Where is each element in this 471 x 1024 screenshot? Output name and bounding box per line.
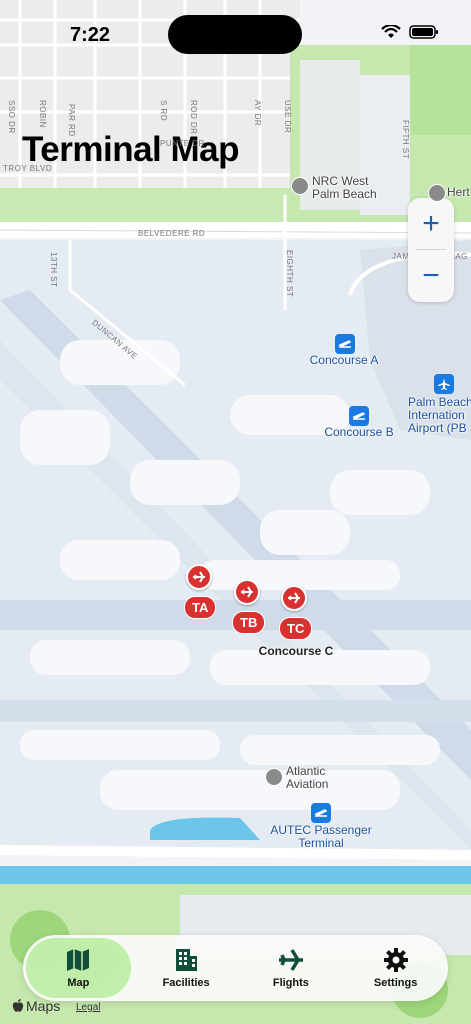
poi-nrc[interactable]: NRC West Palm Beach [312, 175, 377, 201]
dynamic-island [168, 15, 302, 54]
gate-tb-pin[interactable] [234, 579, 260, 605]
tab-flights[interactable]: Flights [239, 935, 344, 1001]
airplane-icon [241, 586, 253, 598]
plus-icon: + [422, 207, 440, 240]
road-label-punte: PUNTE DR [160, 139, 205, 148]
road-label-belvedere: BELVEDERE RD [138, 229, 206, 238]
gear-icon [383, 948, 408, 972]
star-icon [291, 177, 309, 195]
page-title: Terminal Map [22, 130, 240, 169]
gate-tc-label[interactable]: TC [279, 617, 313, 640]
road-label-13th: 13TH ST [49, 252, 58, 288]
road-label-eighth: EIGHTH ST [285, 250, 294, 298]
tab-settings[interactable]: Settings [343, 935, 448, 1001]
airplane-icon [288, 592, 300, 604]
apple-icon [12, 999, 24, 1012]
car-icon [428, 184, 446, 202]
zoom-in-button[interactable]: + [408, 198, 454, 250]
gate-ta-label[interactable]: TA [184, 596, 217, 619]
road-label-osso: SSO DR [7, 100, 16, 134]
airplane-icon [278, 949, 303, 971]
tab-facilities[interactable]: Facilities [134, 935, 239, 1001]
road-label-ay: AY DR [253, 100, 262, 127]
airplane-icon [193, 571, 205, 583]
poi-hertz[interactable]: Hert [447, 186, 470, 199]
zoom-control: + − [408, 198, 454, 302]
poi-airport[interactable]: Palm Beach Internation Airport (PB [408, 396, 471, 435]
poi-autec[interactable]: AUTEC Passenger Terminal [256, 824, 386, 850]
gate-ta-pin[interactable] [186, 564, 212, 590]
tab-bar: Map Facilities Flights Settings [23, 935, 448, 1001]
road-label-srd: S RD [159, 100, 168, 122]
poi-concourse-b[interactable]: Concourse B [313, 426, 405, 439]
gate-tc-pin[interactable] [281, 585, 307, 611]
departure-icon [311, 803, 331, 823]
road-label-use: USE DR [283, 100, 292, 134]
departure-icon [349, 406, 369, 426]
apple-maps-logo: Maps [12, 998, 60, 1014]
poi-concourse-a[interactable]: Concourse A [298, 354, 390, 367]
tab-map-label: Map [67, 977, 90, 989]
status-icons [381, 25, 439, 39]
tab-flights-label: Flights [272, 977, 309, 989]
location-icon [265, 768, 283, 786]
poi-atlantic-aviation[interactable]: Atlantic Aviation [286, 765, 328, 791]
road-label-robin: ROBIN [38, 100, 47, 128]
airport-icon [434, 374, 454, 394]
poi-concourse-c[interactable]: Concourse C [246, 645, 346, 658]
maps-label: Maps [26, 998, 61, 1014]
road-label-fifth: FIFTH ST [401, 120, 410, 160]
tab-facilities-label: Facilities [162, 977, 210, 989]
battery-icon [409, 25, 438, 39]
zoom-out-button[interactable]: − [408, 250, 454, 302]
gate-tb-label[interactable]: TB [232, 611, 266, 634]
minus-icon: − [422, 259, 440, 292]
tab-map[interactable]: Map [26, 938, 131, 998]
wifi-icon [381, 25, 401, 38]
building-icon [176, 949, 198, 971]
road-label-par: PAR RD [67, 104, 76, 137]
tab-settings-label: Settings [373, 977, 418, 989]
legal-link[interactable]: Legal [76, 1002, 100, 1013]
map-icon [67, 949, 90, 971]
status-time: 7:22 [70, 24, 111, 46]
road-label-rod: ROD DR [189, 100, 198, 135]
departure-icon [335, 334, 355, 354]
road-label-troy: TROY BLVD [3, 164, 53, 173]
